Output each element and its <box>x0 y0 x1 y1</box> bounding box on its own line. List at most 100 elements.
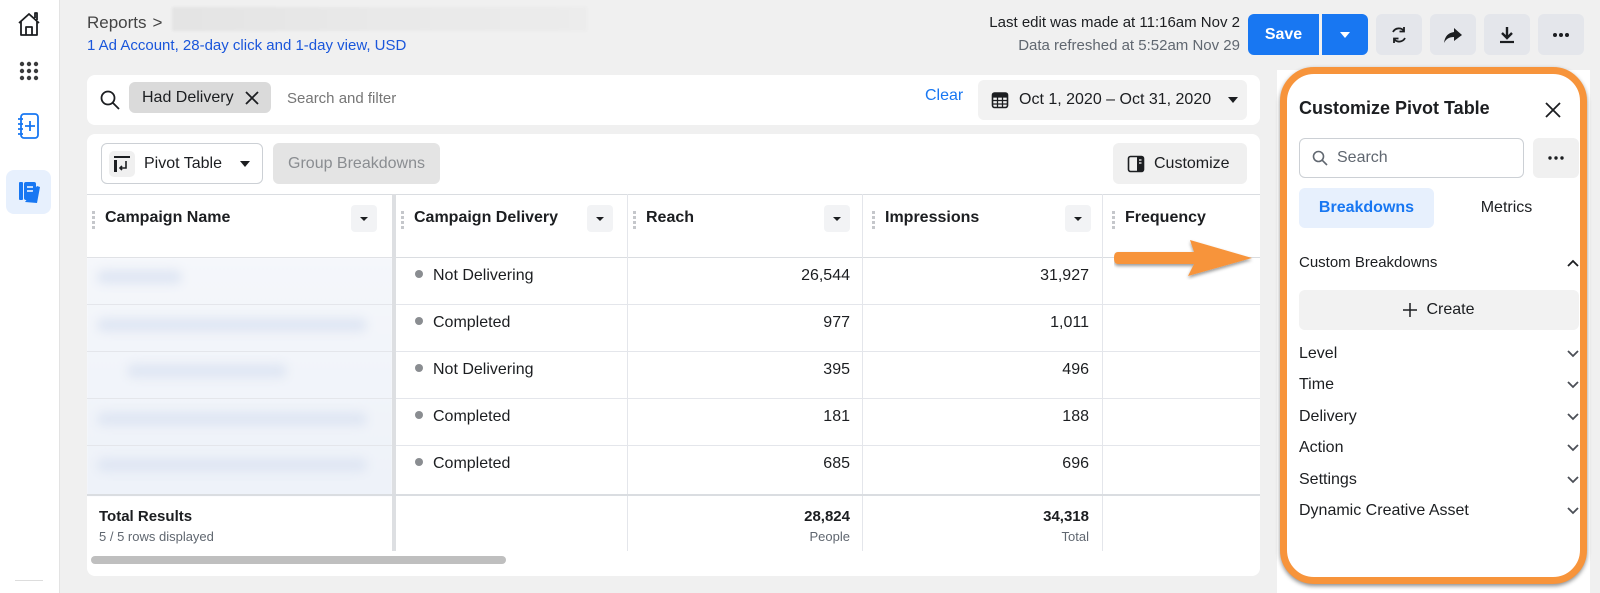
impressions-cell: 1,011 <box>1050 314 1089 331</box>
filter-bar: Had Delivery Clear Oct 1, 2020 – Oct 31,… <box>87 75 1260 125</box>
column-header-campaign-name[interactable]: Campaign Name <box>87 195 392 258</box>
chevron-down-icon <box>1567 350 1579 358</box>
create-breakdown-button[interactable]: Create <box>1299 290 1579 330</box>
breadcrumb-reports-link[interactable]: Reports <box>87 13 147 33</box>
table-row[interactable]: Not Delivering 26,544 31,927 <box>87 258 1260 305</box>
left-nav <box>0 0 60 593</box>
notebook-plus-icon <box>17 113 39 139</box>
reach-cell: 395 <box>823 361 850 378</box>
reach-cell: 685 <box>823 455 850 472</box>
total-results-row: Total Results 5 / 5 rows displayed 28,82… <box>87 494 1260 551</box>
custom-breakdowns-section-toggle[interactable]: Custom Breakdowns <box>1299 254 1579 271</box>
delivery-cell: Not Delivering <box>397 352 627 398</box>
panel-search-field[interactable] <box>1299 138 1524 178</box>
column-sort-button[interactable] <box>824 205 850 232</box>
pivot-table-icon <box>109 150 135 177</box>
report-name-redacted <box>172 7 587 31</box>
breakdown-group-dynamic-creative-asset[interactable]: Dynamic Creative Asset <box>1299 502 1579 520</box>
calendar-icon <box>991 92 1009 109</box>
breakdown-group-delivery[interactable]: Delivery <box>1299 408 1579 426</box>
group-breakdowns-button[interactable]: Group Breakdowns <box>273 143 440 184</box>
drag-handle-icon[interactable] <box>92 211 95 229</box>
total-results-title: Total Results <box>99 508 193 525</box>
column-header-campaign-delivery[interactable]: Campaign Delivery <box>396 195 627 258</box>
column-header-reach[interactable]: Reach <box>628 195 862 258</box>
delivery-cell: Not Delivering <box>397 258 627 304</box>
breakdown-group-settings[interactable]: Settings <box>1299 471 1579 489</box>
report-table-card: Pivot Table Group Breakdowns Customize C… <box>87 134 1260 576</box>
chevron-down-icon <box>1567 476 1579 484</box>
drag-handle-icon[interactable] <box>633 211 636 229</box>
table-row[interactable]: Completed 685 696 <box>87 446 1260 493</box>
breakdown-group-time[interactable]: Time <box>1299 376 1579 394</box>
delivery-cell: Completed <box>397 305 627 351</box>
column-header-label: Impressions <box>885 209 980 226</box>
tab-metrics[interactable]: Metrics <box>1439 188 1574 228</box>
search-filter-input[interactable] <box>287 83 887 113</box>
table-row[interactable]: Not Delivering 395 496 <box>87 352 1260 399</box>
table-row[interactable]: Completed 977 1,011 <box>87 305 1260 352</box>
impressions-cell: 188 <box>1062 408 1089 425</box>
column-sort-button[interactable] <box>351 205 377 232</box>
last-edit-text: Last edit was made at 11:16am Nov 2 <box>989 14 1240 31</box>
reach-cell: 26,544 <box>801 267 850 284</box>
status-dot-icon <box>415 317 423 325</box>
chevron-up-icon <box>1567 259 1579 267</box>
panel-title: Customize Pivot Table <box>1299 98 1490 118</box>
impressions-cell: 496 <box>1062 361 1089 378</box>
nav-create-report-button[interactable] <box>6 104 51 148</box>
share-button[interactable] <box>1430 14 1476 55</box>
section-title: Custom Breakdowns <box>1299 254 1438 271</box>
home-icon <box>17 12 40 36</box>
date-range-picker[interactable]: Oct 1, 2020 – Oct 31, 2020 <box>978 80 1247 120</box>
save-options-dropdown[interactable] <box>1322 14 1368 55</box>
panel-search-input[interactable] <box>1337 149 1507 167</box>
more-horizontal-icon <box>1553 32 1569 37</box>
clear-filters-link[interactable]: Clear <box>925 87 963 105</box>
drag-handle-icon[interactable] <box>401 211 404 229</box>
breakdown-group-level[interactable]: Level <box>1299 345 1579 363</box>
create-label: Create <box>1426 301 1475 318</box>
status-dot-icon <box>415 270 423 278</box>
chevron-down-icon <box>1567 507 1579 515</box>
customize-button[interactable]: Customize <box>1113 143 1247 184</box>
customize-pivot-table-panel: Customize Pivot Table Breakdowns Metrics… <box>1280 67 1587 584</box>
tab-breakdowns[interactable]: Breakdowns <box>1299 188 1434 228</box>
reach-cell: 181 <box>823 408 850 425</box>
filter-chip[interactable]: Had Delivery <box>129 82 271 113</box>
column-sort-button[interactable] <box>1065 205 1091 232</box>
table-header: Campaign Name Campaign Delivery Reach Im… <box>87 194 1260 258</box>
nav-reports-button[interactable] <box>6 170 51 214</box>
nav-apps-button[interactable] <box>6 49 51 93</box>
close-panel-button[interactable] <box>1541 98 1565 122</box>
customize-label: Customize <box>1154 154 1230 172</box>
search-icon <box>100 90 120 110</box>
chevron-down-icon <box>1567 444 1579 452</box>
rows-displayed-text: 5 / 5 rows displayed <box>99 529 214 544</box>
more-options-button[interactable] <box>1538 14 1584 55</box>
status-dot-icon <box>415 411 423 419</box>
table-row[interactable]: Completed 181 188 <box>87 399 1260 446</box>
total-reach-unit: People <box>809 529 850 544</box>
drag-handle-icon[interactable] <box>1112 211 1115 229</box>
drag-handle-icon[interactable] <box>872 211 875 229</box>
horizontal-scrollbar[interactable] <box>91 556 506 564</box>
save-button[interactable]: Save <box>1248 14 1319 55</box>
column-sort-button[interactable] <box>587 205 613 232</box>
report-settings-link[interactable]: 1 Ad Account, 28-day click and 1-day vie… <box>87 37 406 54</box>
close-icon[interactable] <box>244 90 260 106</box>
caret-down-icon <box>1228 97 1239 103</box>
nav-home-button[interactable] <box>6 2 51 46</box>
caret-down-icon <box>360 216 368 221</box>
breakdown-group-action[interactable]: Action <box>1299 439 1579 457</box>
total-reach: 28,824 <box>804 508 850 525</box>
refresh-icon <box>1392 26 1406 43</box>
export-button[interactable] <box>1484 14 1530 55</box>
column-header-impressions[interactable]: Impressions <box>867 195 1102 258</box>
status-dot-icon <box>415 458 423 466</box>
nav-divider <box>15 580 43 581</box>
delivery-cell: Completed <box>397 446 627 492</box>
refresh-button[interactable] <box>1376 14 1422 55</box>
panel-more-button[interactable] <box>1533 138 1579 178</box>
view-type-dropdown[interactable]: Pivot Table <box>101 143 263 184</box>
